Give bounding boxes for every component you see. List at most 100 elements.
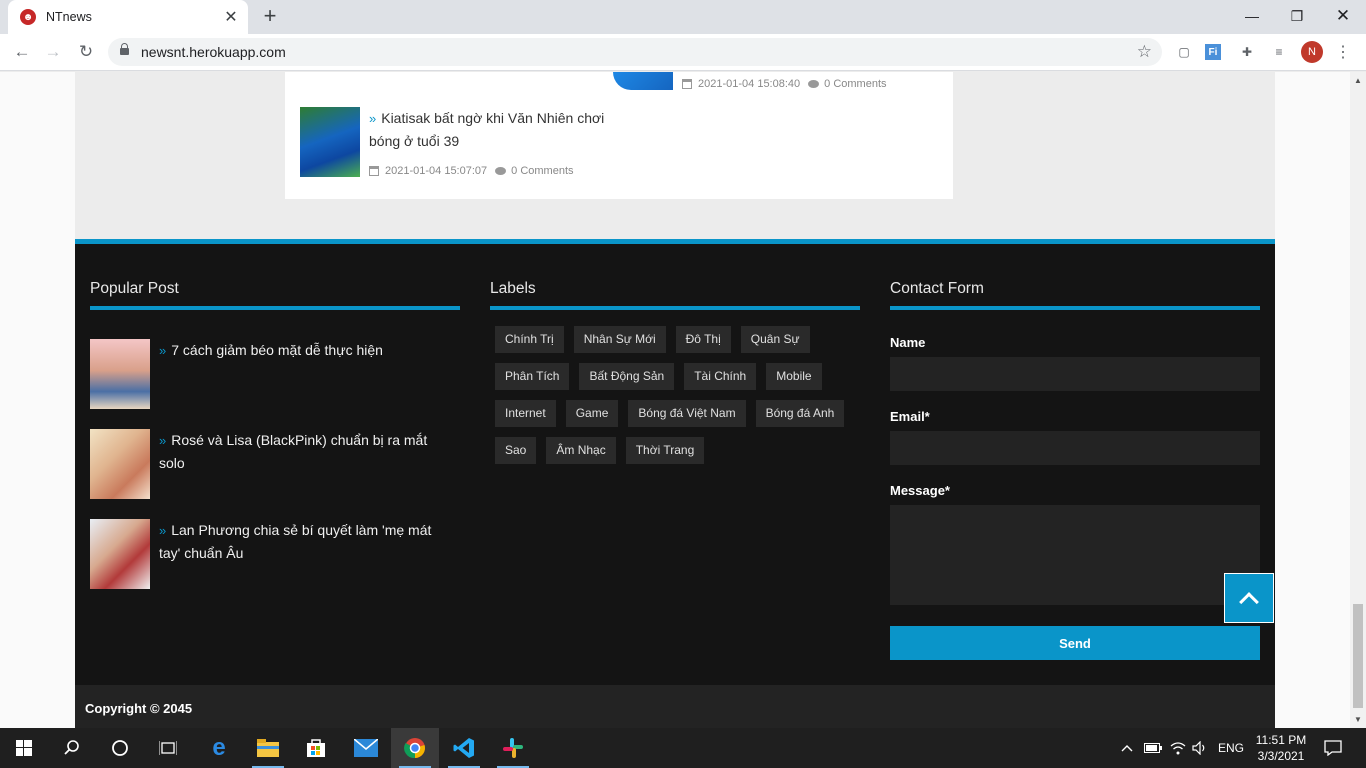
profile-avatar[interactable]: N <box>1301 41 1323 63</box>
comments-icon <box>495 167 507 175</box>
back-to-top-button[interactable] <box>1224 573 1274 623</box>
tab-title: NTnews <box>46 10 92 24</box>
post-title-link[interactable]: » Kiatisak bất ngờ khi Văn Nhiên chơi bón… <box>369 107 619 153</box>
heading-underline <box>90 306 460 310</box>
popular-post-title[interactable]: » Lan Phương chia sẻ bí quyết làm 'mẹ mát… <box>159 519 449 565</box>
popular-post-title[interactable]: » Rosé và Lisa (BlackPink) chuẩn bị ra mắ… <box>159 429 449 475</box>
copyright-text: Copyright © 2045 <box>85 701 193 716</box>
browser-toolbar: ← → ↻ newsnt.herokuapp.com ☆ ▢ Fi ✚ ≡ ⋮ <box>0 34 1366 71</box>
label-chip[interactable]: Bất Động Sản <box>579 363 675 390</box>
message-label: Message* <box>890 483 950 498</box>
label-chip[interactable]: Phân Tích <box>495 363 570 390</box>
close-window-button[interactable]: ✕ <box>1320 0 1366 32</box>
scrollbar-thumb[interactable] <box>1353 604 1363 708</box>
slack-icon[interactable] <box>489 728 537 768</box>
label-chip[interactable]: Đô Thị <box>675 326 731 353</box>
post-date: 2021-01-04 15:07:07 <box>385 165 488 177</box>
clock-time: 11:51 PM <box>1255 733 1307 747</box>
post-thumbnail[interactable] <box>90 429 150 499</box>
labels-heading: Labels <box>490 280 536 297</box>
popular-post-item[interactable]: » Lan Phương chia sẻ bí quyết làm 'mẹ mát… <box>90 519 445 589</box>
chevron-right-icon: » <box>159 523 167 538</box>
media-icon[interactable]: ≡ <box>1269 42 1289 62</box>
email-label: Email* <box>890 409 930 424</box>
reload-button[interactable]: ↻ <box>73 39 99 65</box>
label-chip[interactable]: Bóng đá Anh <box>755 400 845 427</box>
post-thumbnail[interactable] <box>300 107 360 177</box>
label-chip[interactable]: Thời Trang <box>625 437 705 464</box>
label-chip[interactable]: Nhân Sự Mới <box>573 326 666 353</box>
name-label: Name <box>890 335 926 350</box>
popular-post-item[interactable]: » 7 cách giảm béo mặt dễ thực hiện <box>90 339 445 409</box>
chevron-right-icon: » <box>159 433 167 448</box>
vscode-icon[interactable] <box>440 728 488 768</box>
new-tab-button[interactable]: + <box>258 5 282 29</box>
windows-start-icon[interactable] <box>0 728 48 768</box>
volume-icon[interactable] <box>1192 728 1208 768</box>
heading-underline <box>490 306 860 310</box>
task-view-icon[interactable] <box>144 728 192 768</box>
lock-icon[interactable] <box>120 43 129 57</box>
back-button[interactable]: ← <box>9 39 35 65</box>
post-meta: 2021-01-04 15:07:07 0 Comments <box>369 165 574 177</box>
extension-doc-icon[interactable]: ▢ <box>1174 42 1194 62</box>
restore-button[interactable]: ❐ <box>1274 0 1320 32</box>
recent-posts-box: 2021-01-04 15:08:40 0 Comments » Kiatisak… <box>285 72 953 199</box>
address-bar[interactable]: newsnt.herokuapp.com ☆ <box>108 38 1162 66</box>
puzzle-icon[interactable]: ✚ <box>1237 42 1257 62</box>
windows-taskbar: e ENG 11:51 PM 3/3/2021 <box>0 728 1366 768</box>
name-field[interactable] <box>890 357 1260 391</box>
label-chip[interactable]: Tài Chính <box>684 363 757 390</box>
calendar-icon <box>369 166 379 176</box>
label-chip[interactable]: Bóng đá Việt Nam <box>628 400 746 427</box>
copyright-bar: Copyright © 2045 <box>75 685 1275 728</box>
edge-browser-icon[interactable]: e <box>195 728 243 768</box>
post-comments[interactable]: 0 Comments <box>824 78 886 90</box>
file-explorer-icon[interactable] <box>244 728 292 768</box>
heading-underline <box>890 306 1260 310</box>
contact-form-heading: Contact Form <box>890 280 984 297</box>
label-chip[interactable]: Chính Trị <box>495 326 564 353</box>
chrome-icon[interactable] <box>391 728 439 768</box>
message-field[interactable] <box>890 505 1260 605</box>
post-thumbnail[interactable] <box>90 339 150 409</box>
bookmark-star-icon[interactable]: ☆ <box>1137 42 1152 62</box>
scroll-up-arrow-icon[interactable]: ▲ <box>1354 76 1362 85</box>
mail-icon[interactable] <box>342 728 390 768</box>
popular-post-item[interactable]: » Rosé và Lisa (BlackPink) chuẩn bị ra mắ… <box>90 429 445 499</box>
chevron-right-icon: » <box>369 111 377 126</box>
post-thumbnail[interactable] <box>90 519 150 589</box>
site-footer: Popular Post » 7 cách giảm béo mặt dễ thự… <box>75 239 1275 685</box>
battery-icon[interactable] <box>1144 728 1162 768</box>
send-button[interactable]: Send <box>890 626 1260 660</box>
wifi-icon[interactable] <box>1170 728 1186 768</box>
menu-kebab-icon[interactable]: ⋮ <box>1333 42 1353 62</box>
label-chip[interactable]: Game <box>565 400 619 427</box>
email-field[interactable] <box>890 431 1260 465</box>
system-clock[interactable]: 11:51 PM 3/3/2021 <box>1252 732 1310 764</box>
close-tab-icon[interactable]: ✕ <box>222 7 240 27</box>
label-chip[interactable]: Âm Nhạc <box>546 437 616 464</box>
extension-fi-icon[interactable]: Fi <box>1205 44 1221 60</box>
label-chip[interactable]: Quân Sự <box>740 326 810 353</box>
show-hidden-icons-icon[interactable] <box>1121 728 1133 768</box>
popular-post-title[interactable]: » 7 cách giảm béo mặt dễ thực hiện <box>159 339 449 362</box>
post-comments[interactable]: 0 Comments <box>511 165 573 177</box>
search-icon[interactable] <box>48 728 96 768</box>
browser-tab[interactable]: ☻ NTnews ✕ <box>8 0 248 34</box>
label-chip[interactable]: Mobile <box>766 363 822 390</box>
language-indicator[interactable]: ENG <box>1218 728 1244 768</box>
microsoft-store-icon[interactable] <box>292 728 340 768</box>
scroll-down-arrow-icon[interactable]: ▼ <box>1354 715 1362 724</box>
label-chip[interactable]: Internet <box>495 400 556 427</box>
comments-icon <box>808 80 820 88</box>
minimize-button[interactable]: — <box>1229 0 1275 32</box>
page-scrollbar[interactable]: ▲ ▼ <box>1350 72 1366 728</box>
chevron-right-icon: » <box>159 343 167 358</box>
post-thumbnail[interactable] <box>613 72 673 90</box>
cortana-icon[interactable] <box>96 728 144 768</box>
chevron-up-icon <box>1239 591 1259 612</box>
label-chip[interactable]: Sao <box>495 437 537 464</box>
notifications-icon[interactable] <box>1324 728 1342 768</box>
forward-button[interactable]: → <box>40 39 66 65</box>
